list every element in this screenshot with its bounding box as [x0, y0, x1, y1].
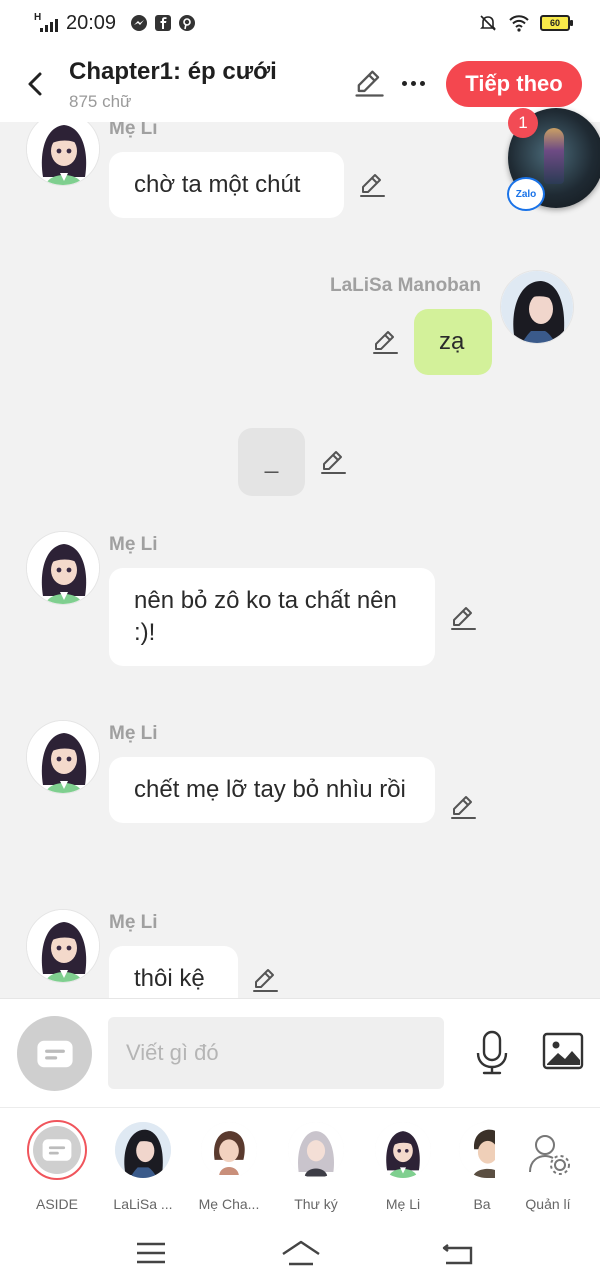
message-speaker: Mẹ Li	[109, 723, 158, 744]
character-thu-ky[interactable]: Thư ký	[273, 1118, 359, 1218]
status-bar: H 20:09 60	[0, 0, 600, 48]
home-icon[interactable]	[280, 1238, 322, 1268]
zalo-app-icon: Zalo	[507, 177, 545, 211]
message-bubble[interactable]: chờ ta một chút	[109, 152, 344, 218]
system-status: 60	[478, 13, 573, 33]
back-nav-icon[interactable]	[440, 1238, 476, 1268]
edit-message-icon[interactable]	[318, 447, 348, 477]
battery-icon: 60	[540, 15, 573, 31]
image-icon[interactable]	[542, 1032, 584, 1070]
edit-message-icon[interactable]	[250, 965, 280, 995]
message-composer	[0, 998, 600, 1107]
character-avatar	[459, 1122, 495, 1178]
chat-area[interactable]: Mẹ Li chờ ta một chút LaLiSa Manoban zạ …	[0, 122, 600, 998]
message-speaker: Mẹ Li	[109, 912, 158, 933]
notification-icons	[130, 14, 196, 32]
facebook-icon	[155, 15, 171, 31]
avatar-me-li[interactable]	[26, 531, 100, 605]
avatar-me-li[interactable]	[26, 909, 100, 983]
character-label: Mẹ Cha...	[198, 1196, 260, 1212]
message-bubble[interactable]: nên bỏ zô ko ta chất nên :)!	[109, 568, 435, 666]
messenger-icon	[131, 15, 147, 31]
message-bubble[interactable]: zạ	[414, 309, 492, 375]
chapter-title: Chapter1: ép cưới	[69, 58, 277, 85]
next-chapter-button[interactable]: Tiếp theo	[446, 61, 582, 107]
message-bubble[interactable]: chết mẹ lỡ tay bỏ nhìu rồi	[109, 757, 435, 823]
narration-toggle-button[interactable]	[17, 1016, 92, 1091]
back-arrow-icon[interactable]	[18, 66, 54, 102]
edit-title-icon[interactable]	[352, 66, 386, 100]
message-speaker: LaLiSa Manoban	[330, 275, 481, 296]
pinterest-icon	[179, 15, 195, 31]
character-avatar	[375, 1122, 431, 1178]
signal-icon	[40, 19, 58, 32]
character-label: LaLiSa ...	[113, 1196, 173, 1212]
character-label: Quản lí	[525, 1196, 571, 1212]
avatar-me-li[interactable]	[26, 122, 100, 186]
message-bubble[interactable]: thôi kệ	[109, 946, 238, 998]
character-label: Mẹ Li	[385, 1196, 421, 1212]
character-selector: ASIDE LaLiSa ... Mẹ Cha... Thư ký Mẹ Li …	[0, 1107, 600, 1222]
character-label: ASIDE	[35, 1196, 78, 1212]
more-options-icon[interactable]	[396, 68, 430, 98]
app-screen: H 20:09 60 Chapter1: ép cưới 875 chữ Tiế…	[0, 0, 600, 1287]
character-label: Thư ký	[294, 1196, 338, 1212]
microphone-icon[interactable]	[472, 1029, 512, 1077]
edit-message-icon[interactable]	[448, 603, 478, 633]
system-navigation-bar	[0, 1222, 600, 1287]
card-icon	[33, 1032, 77, 1076]
character-aside[interactable]: ASIDE	[14, 1118, 100, 1218]
aside-avatar	[27, 1120, 87, 1180]
game-character-image	[544, 128, 564, 184]
word-count: 875 chữ	[69, 92, 132, 111]
character-avatar	[201, 1122, 257, 1178]
unread-badge: 1	[508, 108, 538, 138]
wifi-icon	[509, 15, 529, 32]
message-input[interactable]	[108, 1017, 444, 1089]
narration-bubble[interactable]: _	[238, 428, 305, 496]
message-speaker: Mẹ Li	[109, 122, 158, 139]
chapter-header: Chapter1: ép cưới 875 chữ Tiếp theo	[0, 48, 600, 122]
character-lalisa[interactable]: LaLiSa ...	[100, 1118, 186, 1218]
card-icon	[39, 1132, 75, 1168]
clock: 20:09	[66, 12, 117, 34]
bell-muted-icon	[480, 15, 496, 31]
edit-message-icon[interactable]	[448, 792, 478, 822]
menu-icon[interactable]	[133, 1238, 169, 1268]
avatar-lalisa[interactable]	[500, 270, 574, 344]
character-me-li[interactable]: Mẹ Li	[360, 1118, 446, 1218]
edit-message-icon[interactable]	[370, 327, 400, 357]
character-avatar	[115, 1122, 171, 1178]
manage-characters[interactable]: Quản lí	[505, 1118, 591, 1218]
edit-message-icon[interactable]	[357, 170, 387, 200]
avatar-me-li[interactable]	[26, 720, 100, 794]
character-avatar	[288, 1122, 344, 1178]
character-me-cha[interactable]: Mẹ Cha...	[186, 1118, 272, 1218]
manage-user-icon	[529, 1135, 570, 1175]
message-speaker: Mẹ Li	[109, 534, 158, 555]
